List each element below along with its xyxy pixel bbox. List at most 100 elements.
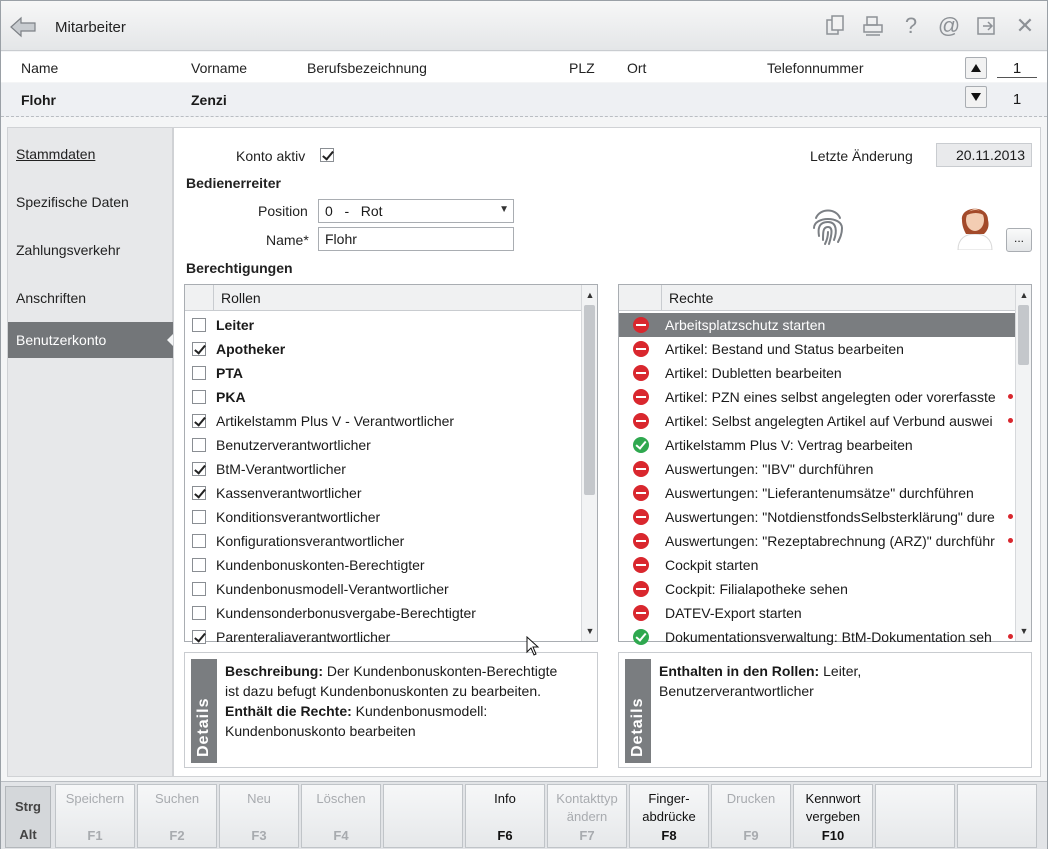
role-row[interactable]: Kassenverantwortlicher xyxy=(185,481,581,505)
role-checkbox[interactable] xyxy=(192,414,206,428)
function-key-label: Info xyxy=(494,791,516,806)
position-select[interactable]: 0 - Rot ▼ xyxy=(318,199,514,223)
at-icon[interactable]: @ xyxy=(937,13,961,39)
exit-icon[interactable] xyxy=(975,13,999,39)
role-checkbox[interactable] xyxy=(192,486,206,500)
role-row[interactable]: Konfigurationsverantwortlicher xyxy=(185,529,581,553)
modifier-key-panel[interactable]: Strg Alt xyxy=(5,786,51,848)
role-row[interactable]: Kundenbonuskonten-Berechtigter xyxy=(185,553,581,577)
deny-circle-icon xyxy=(633,509,649,525)
role-checkbox[interactable] xyxy=(192,366,206,380)
right-row[interactable]: Auswertungen: "Rezeptabrechnung (ARZ)" d… xyxy=(619,529,1015,553)
back-icon[interactable] xyxy=(9,13,39,39)
function-key-f3[interactable]: Neu F3 xyxy=(219,784,299,848)
nav-item-zahlungsverkehr[interactable]: Zahlungsverkehr xyxy=(8,232,174,268)
function-key-f7[interactable]: Kontakttyp ändern F7 xyxy=(547,784,627,848)
scroll-down-icon[interactable]: ▼ xyxy=(582,623,598,639)
function-key-f9[interactable]: Drucken F9 xyxy=(711,784,791,848)
check-circle-icon xyxy=(633,437,649,453)
function-key-empty-4[interactable] xyxy=(383,784,463,848)
role-label: Kassenverantwortlicher xyxy=(216,485,362,501)
role-checkbox[interactable] xyxy=(192,582,206,596)
function-key-shortcut: F2 xyxy=(169,828,185,843)
scroll-up-icon[interactable]: ▲ xyxy=(582,287,598,303)
rights-scrollbar[interactable]: ▲ ▼ xyxy=(1015,285,1031,641)
role-checkbox[interactable] xyxy=(192,534,206,548)
right-row[interactable]: Artikel: Selbst angelegten Artikel auf V… xyxy=(619,409,1015,433)
next-record-button[interactable] xyxy=(965,86,987,108)
scroll-up-icon[interactable]: ▲ xyxy=(1016,287,1032,303)
role-row[interactable]: PKA xyxy=(185,385,581,409)
help-icon[interactable]: ? xyxy=(899,13,923,39)
function-key-f2[interactable]: Suchen F2 xyxy=(137,784,217,848)
function-key-f8[interactable]: Finger- abdrücke F8 xyxy=(629,784,709,848)
previous-record-button[interactable] xyxy=(965,57,987,79)
close-icon[interactable]: ✕ xyxy=(1013,13,1037,39)
details-tab-label: Details xyxy=(629,697,646,757)
right-row[interactable]: Artikelstamm Plus V: Vertrag bearbeiten xyxy=(619,433,1015,457)
scroll-thumb[interactable] xyxy=(584,305,595,495)
nav-item-benutzerkonto[interactable]: Benutzerkonto xyxy=(8,322,175,358)
function-key-f6[interactable]: Info F6 xyxy=(465,784,545,848)
role-label: Kundenbonuskonten-Berechtigter xyxy=(216,557,425,573)
function-key-f1[interactable]: Speichern F1 xyxy=(55,784,135,848)
right-row[interactable]: Artikel: Dubletten bearbeiten xyxy=(619,361,1015,385)
role-row[interactable]: Kundenbonusmodell-Verantwortlicher xyxy=(185,577,581,601)
name-input[interactable]: Flohr xyxy=(318,227,514,251)
role-row[interactable]: Artikelstamm Plus V - Verantwortlicher xyxy=(185,409,581,433)
scroll-down-icon[interactable]: ▼ xyxy=(1016,623,1032,639)
role-checkbox[interactable] xyxy=(192,462,206,476)
name-label: Name* xyxy=(266,232,309,248)
role-row[interactable]: Konditionsverantwortlicher xyxy=(185,505,581,529)
right-label: Artikel: PZN eines selbst angelegten ode… xyxy=(665,389,996,405)
role-checkbox[interactable] xyxy=(192,606,206,620)
right-row[interactable]: Arbeitsplatzschutz starten xyxy=(619,313,1015,337)
nav-item-spezifische-daten[interactable]: Spezifische Daten xyxy=(8,184,174,220)
role-row[interactable]: Kundensonderbonusvergabe-Berechtigter xyxy=(185,601,581,625)
nav-item-stammdaten[interactable]: Stammdaten xyxy=(8,136,174,172)
right-label: Cockpit: Filialapotheke sehen xyxy=(665,581,848,597)
right-row[interactable]: Cockpit: Filialapotheke sehen xyxy=(619,577,1015,601)
deny-circle-icon xyxy=(633,365,649,381)
role-checkbox[interactable] xyxy=(192,510,206,524)
avatar-browse-button[interactable]: ... xyxy=(1006,228,1032,252)
konto-aktiv-checkbox[interactable] xyxy=(320,148,334,162)
role-checkbox[interactable] xyxy=(192,318,206,332)
role-row[interactable]: Parenteraliaverantwortlicher xyxy=(185,625,581,649)
role-label: Leiter xyxy=(216,317,255,333)
function-key-f4[interactable]: Löschen F4 xyxy=(301,784,381,848)
copy-icon[interactable] xyxy=(823,13,847,39)
window-title: Mitarbeiter xyxy=(55,19,126,36)
function-key-empty-10[interactable] xyxy=(875,784,955,848)
roles-scrollbar[interactable]: ▲ ▼ xyxy=(581,285,597,641)
beschreibung-text-cont: ist dazu befugt Kundenbonuskonten zu bea… xyxy=(225,683,542,699)
function-key-f10[interactable]: Kennwort vergeben F10 xyxy=(793,784,873,848)
scroll-thumb[interactable] xyxy=(1018,305,1029,365)
role-row[interactable]: Apotheker xyxy=(185,337,581,361)
letzte-aenderung-label: Letzte Änderung xyxy=(810,148,913,164)
nav-item-anschriften[interactable]: Anschriften xyxy=(8,280,174,316)
right-row[interactable]: Auswertungen: "NotdienstfondsSelbsterklä… xyxy=(619,505,1015,529)
role-checkbox[interactable] xyxy=(192,390,206,404)
right-row[interactable]: Cockpit starten xyxy=(619,553,1015,577)
right-row[interactable]: Artikel: Bestand und Status bearbeiten xyxy=(619,337,1015,361)
role-checkbox[interactable] xyxy=(192,630,206,644)
role-checkbox[interactable] xyxy=(192,438,206,452)
role-row[interactable]: BtM-Verantwortlicher xyxy=(185,457,581,481)
position-value: 0 - Rot xyxy=(325,203,383,219)
record-row[interactable]: Flohr Zenzi 1 xyxy=(1,83,1047,117)
print-icon[interactable] xyxy=(861,13,885,39)
role-row[interactable]: Leiter xyxy=(185,313,581,337)
role-row[interactable]: PTA xyxy=(185,361,581,385)
right-row[interactable]: DATEV-Export starten xyxy=(619,601,1015,625)
right-row[interactable]: Dokumentationsverwaltung: BtM-Dokumentat… xyxy=(619,625,1015,649)
role-checkbox[interactable] xyxy=(192,558,206,572)
right-row[interactable]: Artikel: PZN eines selbst angelegten ode… xyxy=(619,385,1015,409)
details-tab: Details xyxy=(191,659,217,763)
function-key-empty-11[interactable] xyxy=(957,784,1037,848)
role-checkbox[interactable] xyxy=(192,342,206,356)
role-row[interactable]: Benutzerverantwortlicher xyxy=(185,433,581,457)
right-label: Arbeitsplatzschutz starten xyxy=(665,317,826,333)
right-row[interactable]: Auswertungen: "Lieferantenumsätze" durch… xyxy=(619,481,1015,505)
right-row[interactable]: Auswertungen: "IBV" durchführen xyxy=(619,457,1015,481)
